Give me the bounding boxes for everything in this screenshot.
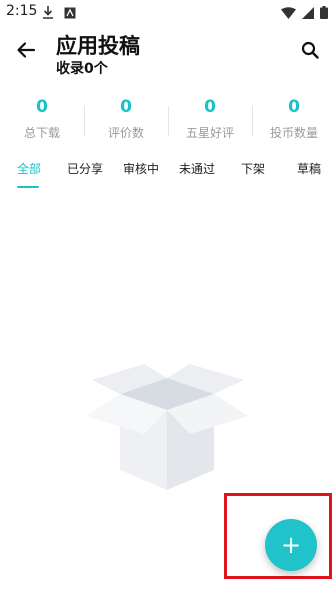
stat-value: 0: [120, 97, 132, 117]
page-title: 应用投稿: [56, 34, 140, 58]
stat-label: 五星好评: [185, 126, 234, 140]
app-notification-icon: [64, 4, 76, 23]
battery-icon: [320, 4, 328, 23]
stat-total-downloads: 0 总下载: [0, 96, 84, 150]
status-bar: 2:15: [0, 0, 336, 24]
tab-removed[interactable]: 下架: [241, 160, 265, 177]
search-icon: [300, 40, 320, 64]
page-subtitle: 收录0个: [56, 61, 108, 77]
stat-label: 总下载: [23, 126, 60, 140]
tab-drafts[interactable]: 草稿: [297, 160, 321, 177]
signal-icon: [302, 4, 314, 23]
stat-coins: 0 投币数量: [252, 96, 336, 150]
stat-label: 投币数量: [269, 126, 318, 140]
status-time: 2:15: [6, 3, 38, 19]
app-bar: 应用投稿 收录0个: [0, 24, 336, 84]
stat-five-star: 0 五星好评: [168, 96, 252, 150]
tab-rejected[interactable]: 未通过: [179, 160, 215, 177]
add-button[interactable]: +: [265, 519, 317, 571]
empty-box-icon: [82, 360, 252, 492]
tab-shared[interactable]: 已分享: [67, 160, 103, 177]
stat-value: 0: [204, 97, 216, 117]
search-button[interactable]: [296, 38, 324, 66]
stat-reviews: 0 评价数: [84, 96, 168, 150]
stats-row: 0 总下载 0 评价数 0 五星好评 0 投币数量: [0, 96, 336, 150]
filter-tabs: 全部 已分享 审核中 未通过 下架 草稿: [0, 160, 336, 190]
active-tab-indicator: [17, 186, 39, 188]
stat-label: 评价数: [107, 126, 144, 140]
tab-all[interactable]: 全部: [17, 160, 41, 177]
back-button[interactable]: [12, 38, 40, 66]
wifi-icon: [281, 4, 296, 23]
tab-under-review[interactable]: 审核中: [123, 160, 159, 177]
back-arrow-icon: [16, 40, 36, 64]
stat-value: 0: [36, 97, 48, 117]
stat-value: 0: [288, 97, 300, 117]
download-icon: [42, 4, 54, 23]
